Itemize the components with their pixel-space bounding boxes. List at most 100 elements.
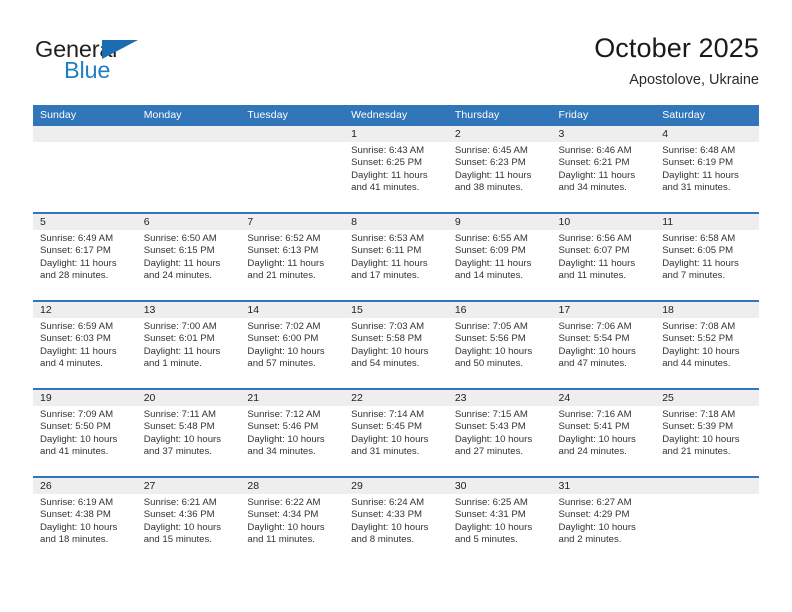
calendar-day-cell[interactable]: 4 Sunrise: 6:48 AM Sunset: 6:19 PM Daylight… (655, 124, 759, 213)
sunrise-text: Sunrise: 7:11 AM (143, 409, 217, 420)
day-number: 19 (33, 390, 137, 406)
day-header-sunday: Sunday (40, 108, 77, 121)
day-details: Sunrise: 7:08 AM Sunset: 5:52 PM Daylight:… (655, 318, 759, 371)
calendar-day-cell[interactable]: 23 Sunrise: 7:15 AM Sunset: 5:43 PM Dayligh… (447, 388, 552, 477)
calendar-day-cell[interactable]: 26 Sunrise: 6:19 AM Sunset: 4:38 PM Dayligh… (33, 476, 137, 565)
daylight-text-line2: and 8 minutes. (351, 534, 415, 546)
calendar-day-cell[interactable]: 5 Sunrise: 6:49 AM Sunset: 6:17 PM Daylight… (33, 212, 137, 301)
day-number: 29 (344, 478, 448, 494)
day-number: 5 (33, 214, 137, 230)
sunset-text: Sunset: 6:15 PM (143, 245, 215, 257)
day-number: 9 (447, 214, 552, 230)
calendar-day-cell[interactable]: 3 Sunrise: 6:46 AM Sunset: 6:21 PM Daylight… (551, 124, 656, 213)
calendar-day-cell[interactable]: 30 Sunrise: 6:25 AM Sunset: 4:31 PM Dayligh… (447, 476, 552, 565)
calendar-day-cell[interactable]: 19 Sunrise: 7:09 AM Sunset: 5:50 PM Dayligh… (33, 388, 137, 477)
calendar-day-cell[interactable]: 14 Sunrise: 7:02 AM Sunset: 6:00 PM Dayligh… (240, 300, 345, 389)
sunset-text: Sunset: 6:01 PM (143, 333, 215, 345)
day-number: 24 (551, 390, 656, 406)
calendar-day-cell[interactable]: 11 Sunrise: 6:58 AM Sunset: 6:05 PM Dayligh… (655, 212, 759, 301)
sunset-text: Sunset: 5:43 PM (454, 421, 526, 433)
sunrise-text: Sunrise: 6:56 AM (558, 233, 632, 244)
day-details: Sunrise: 7:05 AM Sunset: 5:56 PM Daylight:… (448, 318, 552, 371)
day-details: Sunrise: 6:45 AM Sunset: 6:23 PM Daylight:… (448, 142, 552, 195)
daylight-text-line1: Daylight: 11 hours (454, 169, 532, 181)
calendar-day-cell[interactable]: 8 Sunrise: 6:53 AM Sunset: 6:11 PM Daylight… (344, 212, 448, 301)
sunset-text: Sunset: 6:25 PM (351, 157, 423, 169)
calendar-day-cell[interactable]: 22 Sunrise: 7:14 AM Sunset: 5:45 PM Dayligh… (344, 388, 448, 477)
calendar-day-cell[interactable]: 27 Sunrise: 6:21 AM Sunset: 4:36 PM Dayligh… (136, 476, 241, 565)
daylight-text-line1: Daylight: 10 hours (247, 433, 325, 445)
day-number: 20 (136, 390, 241, 406)
day-header-monday: Monday (143, 108, 182, 121)
calendar-day-cell[interactable]: 13 Sunrise: 7:00 AM Sunset: 6:01 PM Dayligh… (136, 300, 241, 389)
day-details: Sunrise: 7:11 AM Sunset: 5:48 PM Daylight:… (137, 406, 241, 459)
day-header-saturday: Saturday (662, 108, 706, 121)
day-details: Sunrise: 7:18 AM Sunset: 5:39 PM Daylight:… (655, 406, 759, 459)
day-details: Sunrise: 6:22 AM Sunset: 4:34 PM Daylight:… (240, 494, 344, 547)
day-cell-inner: 20 Sunrise: 7:11 AM Sunset: 5:48 PM Dayligh… (136, 390, 241, 476)
calendar-week-row: 19 Sunrise: 7:09 AM Sunset: 5:50 PM Dayligh… (33, 388, 759, 477)
general-blue-logo[interactable]: General Blue (33, 36, 223, 92)
daylight-text-line1: Daylight: 10 hours (351, 345, 429, 357)
day-cell-inner: 28 Sunrise: 6:22 AM Sunset: 4:34 PM Dayligh… (240, 478, 345, 565)
day-cell-inner (240, 126, 345, 212)
daylight-text-line2: and 21 minutes. (662, 446, 731, 458)
sunrise-text: Sunrise: 6:45 AM (454, 145, 528, 156)
day-details: Sunrise: 6:53 AM Sunset: 6:11 PM Daylight:… (344, 230, 448, 283)
sunset-text: Sunset: 6:11 PM (351, 245, 422, 257)
calendar-day-cell[interactable]: 18 Sunrise: 7:08 AM Sunset: 5:52 PM Dayligh… (655, 300, 759, 389)
calendar-day-cell[interactable]: 2 Sunrise: 6:45 AM Sunset: 6:23 PM Daylight… (447, 124, 552, 213)
sunrise-text: Sunrise: 7:09 AM (40, 409, 114, 420)
calendar-cell-empty (136, 124, 241, 213)
sunrise-text: Sunrise: 6:49 AM (40, 233, 114, 244)
calendar-day-cell[interactable]: 20 Sunrise: 7:11 AM Sunset: 5:48 PM Dayligh… (136, 388, 241, 477)
sunrise-text: Sunrise: 7:12 AM (247, 409, 321, 420)
calendar-day-cell[interactable]: 25 Sunrise: 7:18 AM Sunset: 5:39 PM Dayligh… (655, 388, 759, 477)
day-details: Sunrise: 6:49 AM Sunset: 6:17 PM Daylight:… (33, 230, 137, 283)
day-cell-inner: 17 Sunrise: 7:06 AM Sunset: 5:54 PM Dayligh… (551, 302, 656, 388)
sunset-text: Sunset: 6:13 PM (247, 245, 319, 257)
day-number (655, 478, 759, 494)
daylight-text-line2: and 38 minutes. (454, 182, 524, 194)
calendar-day-cell[interactable]: 10 Sunrise: 6:56 AM Sunset: 6:07 PM Dayligh… (551, 212, 656, 301)
day-cell-inner: 18 Sunrise: 7:08 AM Sunset: 5:52 PM Dayligh… (655, 302, 759, 388)
calendar-day-cell[interactable]: 1 Sunrise: 6:43 AM Sunset: 6:25 PM Daylight… (344, 124, 448, 213)
daylight-text-line2: and 31 minutes. (662, 182, 731, 194)
daylight-text-line1: Daylight: 10 hours (558, 521, 636, 533)
page-title: October 2025 (594, 33, 759, 63)
day-cell-inner: 13 Sunrise: 7:00 AM Sunset: 6:01 PM Dayligh… (136, 302, 241, 388)
day-cell-inner: 14 Sunrise: 7:02 AM Sunset: 6:00 PM Dayligh… (240, 302, 345, 388)
calendar-day-cell[interactable]: 31 Sunrise: 6:27 AM Sunset: 4:29 PM Dayligh… (551, 476, 656, 565)
calendar-day-cell[interactable]: 15 Sunrise: 7:03 AM Sunset: 5:58 PM Dayligh… (344, 300, 448, 389)
sunrise-text: Sunrise: 7:15 AM (454, 409, 528, 420)
day-cell-inner: 22 Sunrise: 7:14 AM Sunset: 5:45 PM Dayligh… (344, 390, 448, 476)
sunset-text: Sunset: 5:50 PM (40, 421, 111, 433)
day-details: Sunrise: 7:14 AM Sunset: 5:45 PM Daylight:… (344, 406, 448, 459)
sunrise-text: Sunrise: 6:43 AM (351, 145, 425, 156)
day-header-thursday: Thursday (454, 108, 500, 121)
daylight-text-line2: and 44 minutes. (662, 358, 731, 370)
day-details: Sunrise: 7:03 AM Sunset: 5:58 PM Daylight:… (344, 318, 448, 371)
day-number: 7 (240, 214, 345, 230)
daylight-text-line1: Daylight: 10 hours (247, 345, 325, 357)
calendar-day-cell[interactable]: 28 Sunrise: 6:22 AM Sunset: 4:34 PM Dayligh… (240, 476, 345, 565)
sunrise-text: Sunrise: 7:16 AM (558, 409, 632, 420)
calendar-day-cell[interactable]: 16 Sunrise: 7:05 AM Sunset: 5:56 PM Dayligh… (447, 300, 552, 389)
sunrise-text: Sunrise: 7:08 AM (662, 321, 736, 332)
day-cell-inner: 24 Sunrise: 7:16 AM Sunset: 5:41 PM Dayligh… (551, 390, 656, 476)
calendar-day-cell[interactable]: 9 Sunrise: 6:55 AM Sunset: 6:09 PM Daylight… (447, 212, 552, 301)
day-number: 12 (33, 302, 137, 318)
day-details: Sunrise: 6:19 AM Sunset: 4:38 PM Daylight:… (33, 494, 137, 547)
daylight-text-line2: and 31 minutes. (351, 446, 420, 458)
calendar-day-cell[interactable]: 21 Sunrise: 7:12 AM Sunset: 5:46 PM Dayligh… (240, 388, 345, 477)
calendar-day-cell[interactable]: 6 Sunrise: 6:50 AM Sunset: 6:15 PM Daylight… (136, 212, 241, 301)
calendar-day-cell[interactable]: 17 Sunrise: 7:06 AM Sunset: 5:54 PM Dayligh… (551, 300, 656, 389)
calendar-day-cell[interactable]: 24 Sunrise: 7:16 AM Sunset: 5:41 PM Dayligh… (551, 388, 656, 477)
sunset-text: Sunset: 6:07 PM (558, 245, 630, 257)
calendar-day-cell[interactable]: 29 Sunrise: 6:24 AM Sunset: 4:33 PM Dayligh… (344, 476, 448, 565)
calendar-day-cell[interactable]: 12 Sunrise: 6:59 AM Sunset: 6:03 PM Dayligh… (33, 300, 137, 389)
daylight-text-line2: and 21 minutes. (247, 270, 316, 282)
calendar-day-cell[interactable]: 7 Sunrise: 6:52 AM Sunset: 6:13 PM Daylight… (240, 212, 345, 301)
daylight-text-line1: Daylight: 10 hours (662, 345, 740, 357)
daylight-text-line2: and 7 minutes. (662, 270, 726, 282)
